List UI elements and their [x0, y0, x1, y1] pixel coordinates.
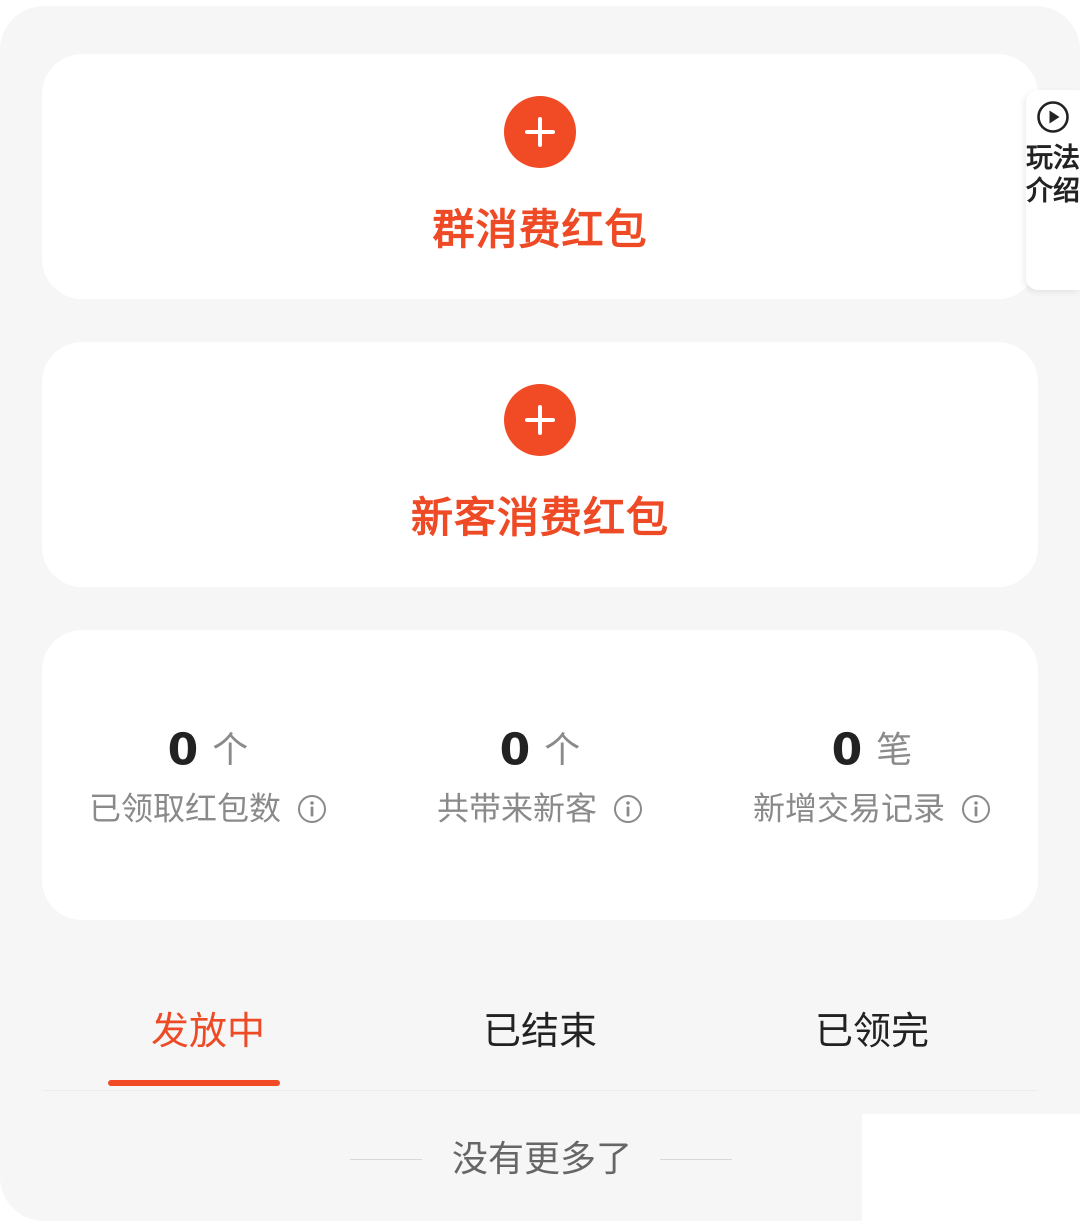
- stat-value: 0: [499, 724, 531, 776]
- stat-label: 共带来新客: [436, 789, 597, 828]
- active-tab-indicator: [108, 1080, 280, 1086]
- info-icon[interactable]: [613, 794, 643, 824]
- page-background: 群消费红包 新客消费红包 玩法介绍 0个 已领取红包数 0 个 共带来新客 0 …: [0, 6, 1080, 1221]
- status-tabs: 发放中 已结束 已领完: [42, 986, 1038, 1091]
- stats-card: 0个 已领取红包数 0个 共带来新客 0 笔 新增交易记录: [42, 630, 1038, 920]
- stat-unit: 个: [544, 729, 581, 771]
- create-group-red-packet-card[interactable]: 群消费红包: [42, 54, 1038, 299]
- play-circle-icon: [1036, 100, 1070, 134]
- stat-claimed-red-packets: 0个 已领取红包数: [42, 722, 374, 830]
- divider-right: [660, 1159, 732, 1160]
- stat-value: 0: [831, 724, 863, 776]
- stat-value: 0: [167, 724, 199, 776]
- stat-unit: 笔: [876, 729, 913, 771]
- tab-ended[interactable]: 已结束: [374, 986, 706, 1076]
- stat-label: 已领取红包数: [88, 789, 281, 828]
- stat-new-transactions: 0笔 新增交易记录: [706, 722, 1038, 830]
- blank-area: [862, 1114, 1080, 1227]
- info-icon[interactable]: [297, 794, 327, 824]
- stat-unit: 个: [212, 729, 249, 771]
- stat-new-customers: 0个 共带来新客: [374, 722, 706, 830]
- divider-left: [350, 1159, 422, 1160]
- gameplay-intro-tab[interactable]: 玩法介绍: [1026, 90, 1080, 290]
- add-group-red-packet-icon[interactable]: [504, 96, 576, 168]
- tab-issuing[interactable]: 发放中: [42, 986, 374, 1076]
- tab-fully-claimed[interactable]: 已领完: [706, 986, 1038, 1076]
- info-icon[interactable]: [961, 794, 991, 824]
- stat-label: 新增交易记录: [752, 789, 945, 828]
- gameplay-intro-label: 玩法介绍: [1026, 143, 1080, 207]
- create-new-customer-red-packet-label: 新客消费红包: [410, 493, 669, 542]
- create-group-red-packet-label: 群消费红包: [432, 205, 648, 254]
- no-more-text: 没有更多了: [451, 1139, 632, 1180]
- add-new-customer-red-packet-icon[interactable]: [504, 384, 576, 456]
- create-new-customer-red-packet-card[interactable]: 新客消费红包: [42, 342, 1038, 587]
